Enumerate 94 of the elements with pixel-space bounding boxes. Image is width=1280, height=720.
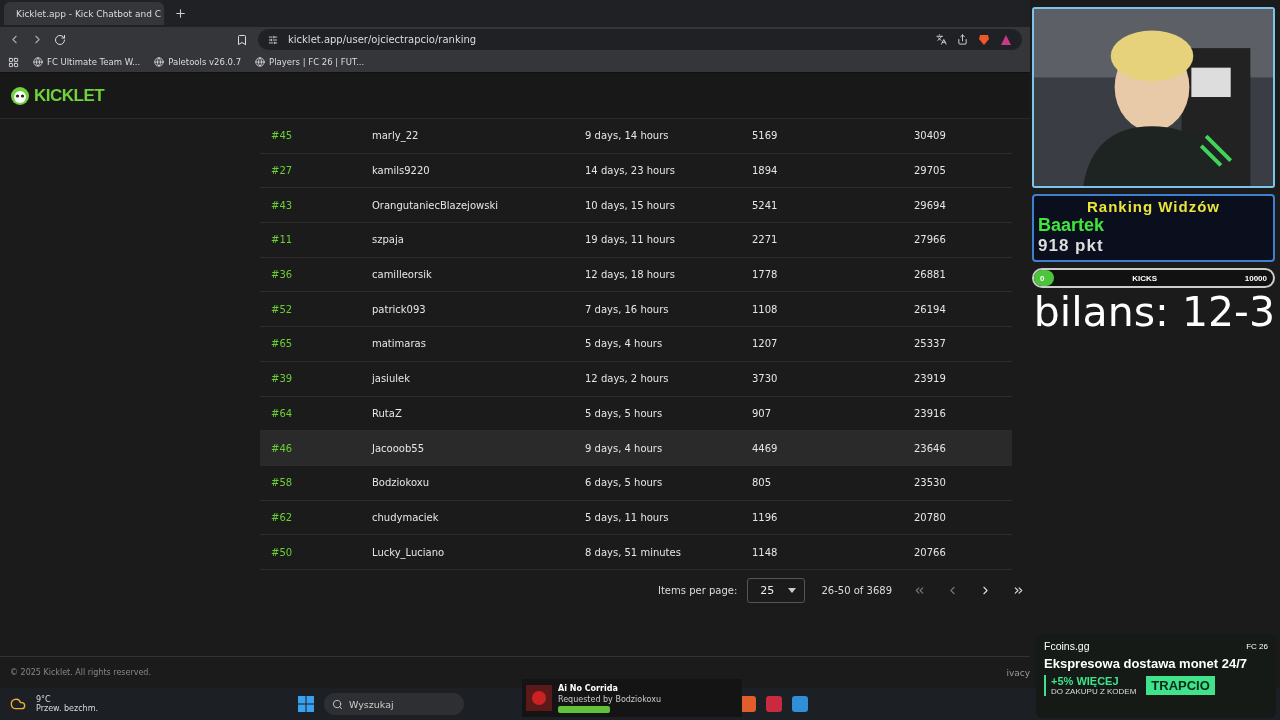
table-cell-text: 5 days, 5 hours [585, 407, 664, 419]
table-cell-text: szpaja [372, 234, 405, 246]
table-cell-text: OrangutaniecBlazejowski [372, 199, 499, 211]
table-cell-text: 23646 [914, 442, 947, 454]
copyright-text: © 2025 Kicklet. All rights reserved. [10, 668, 151, 677]
progress-max: 10000 [1244, 273, 1267, 283]
table-cell-text: 8 days, 51 minutes [585, 546, 682, 558]
song-title: Ai No Corrida [558, 683, 619, 693]
table-cell-text: 25337 [914, 338, 947, 350]
viewer-name: Baartek [1038, 215, 1106, 236]
table-cell-text: 5 days, 4 hours [585, 338, 664, 350]
table-cell-text: 1778 [752, 269, 779, 281]
table-cell-text: #62 [271, 511, 294, 523]
ad-headline: Ekspresowa dostawa monet 24/7 [1044, 656, 1249, 671]
table-cell-text: #45 [271, 130, 294, 142]
progress-label: KICKS [1132, 273, 1158, 283]
table-cell-text: 907 [752, 407, 773, 419]
table-cell-text: #11 [271, 234, 294, 246]
table-cell-text: 23530 [914, 477, 947, 489]
progress-min: 0 [1040, 273, 1045, 283]
table-cell-text: 4469 [752, 442, 779, 454]
table-cell-text: 10 days, 15 hours [585, 199, 676, 211]
table-cell-text: 20780 [914, 511, 947, 523]
table-cell-text: 1148 [752, 546, 779, 558]
page-range: 26-50 of 3689 [821, 585, 892, 597]
address-bar[interactable]: kicklet.app/user/ojciectrapcio/ranking [258, 29, 1022, 50]
score-text: bilans: 12-3 [1032, 292, 1275, 333]
items-per-page-label: Items per page: [658, 585, 738, 597]
table-cell-text: 14 days, 23 hours [585, 165, 676, 177]
table-cell-text: 1196 [752, 511, 779, 523]
table-cell-text: 20766 [914, 546, 947, 558]
song-requester: Requested by Bodziokoxu [558, 694, 661, 704]
kicklet-logo[interactable]: KICKLET [10, 85, 105, 106]
table-cell-text: marly_22 [372, 130, 420, 142]
browser-tab[interactable]: Kicklet.app - Kick Chatbot and C [4, 2, 164, 25]
ad-bonus-note: DO ZAKUPU Z KODEM [1051, 687, 1137, 696]
table-cell-text: 1207 [752, 338, 779, 350]
table-cell-text: 805 [752, 477, 773, 489]
weather-description[interactable]: Przew. bezchm. [36, 704, 98, 713]
table-cell-text: #27 [271, 165, 294, 177]
table-cell-text: 5241 [752, 199, 779, 211]
table-cell-text: 23919 [914, 373, 947, 385]
privacy-link[interactable]: ivacy [1006, 667, 1030, 678]
promo-code: TRAPCIO [1146, 676, 1215, 695]
table-cell-text: 23916 [914, 407, 947, 419]
ad-brand: Fcoins.gg [1044, 640, 1090, 652]
table-cell-text: #43 [271, 199, 294, 211]
table-cell-text: #50 [271, 546, 294, 558]
bookmark-link[interactable]: Players | FC 26 | FUT... [255, 57, 365, 67]
weather-temperature[interactable]: 9°C [36, 695, 98, 704]
table-cell-text: 1108 [752, 303, 779, 315]
table-cell-text: Jacooob55 [372, 442, 425, 454]
table-cell-text: 12 days, 18 hours [585, 269, 676, 281]
table-cell-text: 30409 [914, 130, 947, 142]
viewer-points: 918 pkt [1038, 236, 1105, 256]
table-cell-text: 29705 [914, 165, 947, 177]
items-per-page-select[interactable]: 25 [747, 578, 806, 604]
table-cell-text: 12 days, 2 hours [585, 373, 670, 385]
table-cell-text: #65 [271, 338, 294, 350]
table-cell-text: #58 [271, 477, 294, 489]
table-cell-text: #39 [271, 373, 294, 385]
table-cell-text: 5 days, 11 hours [585, 511, 670, 523]
table-cell-text: #52 [271, 303, 294, 315]
bookmark-link[interactable]: Paletools v26.0.7 [154, 57, 242, 67]
table-cell-text: matimaras [372, 338, 427, 350]
ad-game: FC 26 [1246, 641, 1268, 651]
table-cell-text: 26194 [914, 303, 947, 315]
bookmark-link[interactable]: FC Ultimate Team W... [33, 57, 141, 67]
table-cell-text: 29694 [914, 199, 947, 211]
table-cell-text: Bodziokoxu [372, 477, 430, 489]
table-cell-text: 1894 [752, 165, 779, 177]
table-cell-text: Lucky_Luciano [372, 546, 446, 558]
table-cell-text: patrick093 [372, 303, 427, 315]
ad-bonus: +5% WIĘCEJ [1051, 675, 1120, 687]
table-cell-text: 26881 [914, 269, 947, 281]
ranking-title: Ranking Widzów [1086, 198, 1221, 215]
table-cell-text: 9 days, 4 hours [585, 442, 664, 454]
table-cell-text: 27966 [914, 234, 947, 246]
table-cell-text: 2271 [752, 234, 779, 246]
table-cell-text: 3730 [752, 373, 779, 385]
table-cell-text: jasiulek [372, 373, 411, 385]
table-cell-text: 7 days, 16 hours [585, 303, 670, 315]
table-cell-text: kamils9220 [372, 165, 431, 177]
table-cell-text: 19 days, 11 hours [585, 234, 676, 246]
taskbar-search-field[interactable]: Wyszukaj [324, 693, 464, 715]
table-cell-text: #36 [271, 269, 294, 281]
table-cell-text: chudymaciek [372, 511, 440, 523]
table-cell-text: #46 [271, 442, 294, 454]
table-cell-text: 6 days, 5 hours [585, 477, 664, 489]
table-cell-text: 5169 [752, 130, 779, 142]
table-cell-text: 9 days, 14 hours [585, 130, 670, 142]
table-cell-text: #64 [271, 407, 294, 419]
table-cell-text: RutaZ [372, 407, 403, 419]
table-cell-text: camilleorsik [372, 269, 433, 281]
